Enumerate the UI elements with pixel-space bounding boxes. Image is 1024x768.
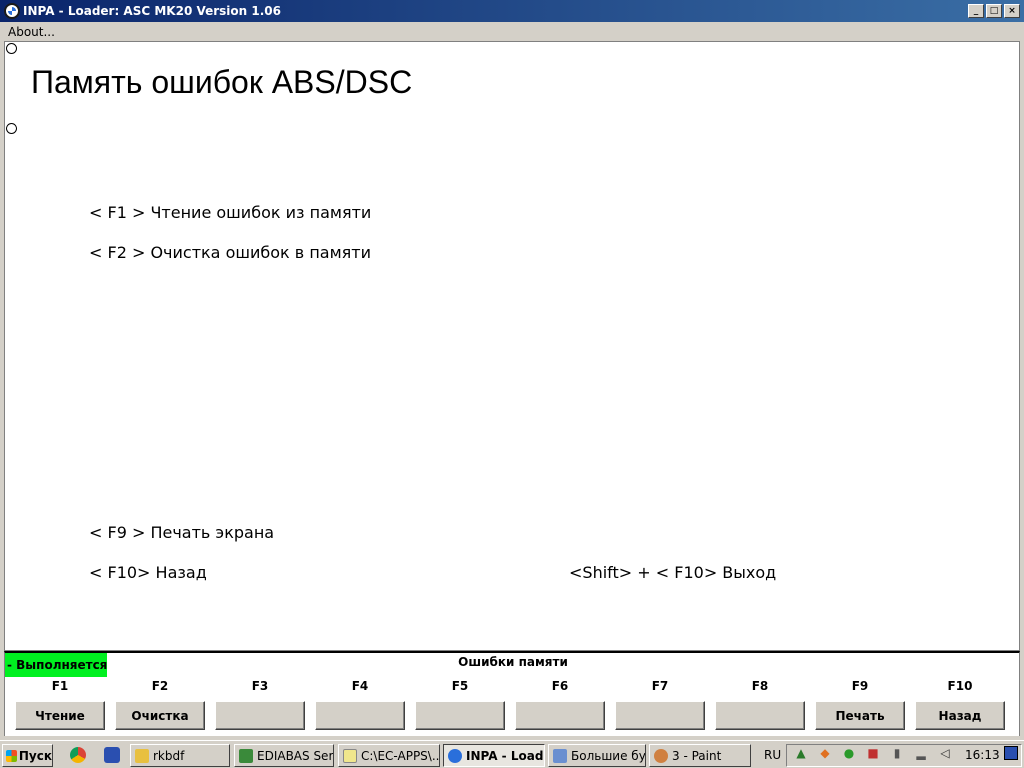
- menu-line-f1: < F1 > Чтение ошибок из памяти: [89, 203, 372, 222]
- show-desktop-icon[interactable]: [1004, 746, 1018, 760]
- menu-line-f10: < F10> Назад: [89, 563, 207, 582]
- task-notepad[interactable]: C:\EC-APPS\...: [338, 744, 440, 767]
- task-ediabas[interactable]: EDIABAS Ser...: [234, 744, 334, 767]
- fkey-label-f10: F10: [947, 679, 973, 693]
- start-button[interactable]: Пуск: [2, 744, 53, 767]
- radio-button[interactable]: [6, 123, 17, 134]
- notepad-icon: [343, 748, 357, 763]
- ediabas-icon: [239, 748, 253, 763]
- fkey-label-f3: F3: [251, 679, 269, 693]
- f5-button[interactable]: [415, 701, 505, 730]
- task-label: C:\EC-APPS\...: [361, 748, 440, 763]
- task-document[interactable]: Большие бу...: [548, 744, 646, 767]
- f8-button[interactable]: [715, 701, 805, 730]
- f10-back-button[interactable]: Назад: [915, 701, 1005, 730]
- main-content: Память ошибок ABS/DSC < F1 > Чтение ошиб…: [4, 41, 1020, 651]
- menu-about[interactable]: About...: [0, 25, 63, 39]
- radio-button[interactable]: [6, 43, 17, 54]
- task-label: INPA - Load...: [466, 748, 544, 763]
- clock[interactable]: 16:13: [965, 748, 1000, 762]
- signal-icon[interactable]: ▂: [914, 746, 928, 760]
- network-tray-icon[interactable]: ▲: [794, 746, 808, 760]
- document-icon: [553, 748, 567, 763]
- fkey-label-f7: F7: [651, 679, 669, 693]
- antivirus-tray-icon[interactable]: ◆: [818, 746, 832, 760]
- f3-button[interactable]: [215, 701, 305, 730]
- panel-title: Ошибки памяти: [458, 655, 568, 669]
- battery-icon[interactable]: ▮: [890, 746, 904, 760]
- task-folder[interactable]: rkbdf: [130, 744, 230, 767]
- save-icon[interactable]: [104, 747, 120, 763]
- minimize-button[interactable]: _: [968, 4, 984, 18]
- fkey-label-f5: F5: [451, 679, 469, 693]
- taskbar: Пуск rkbdf EDIABAS Ser... C:\EC-APPS\...…: [0, 740, 1024, 768]
- windows-logo-icon: [6, 749, 17, 762]
- f6-button[interactable]: [515, 701, 605, 730]
- security-tray-icon[interactable]: ●: [842, 746, 856, 760]
- task-inpa[interactable]: INPA - Load...: [443, 744, 545, 767]
- menu-line-f9: < F9 > Печать экрана: [89, 523, 275, 542]
- page-title: Память ошибок ABS/DSC: [31, 64, 413, 100]
- menu-line-f2: < F2 > Очистка ошибок в памяти: [89, 243, 371, 262]
- safely-remove-tray-icon[interactable]: ■: [866, 746, 880, 760]
- window-title: INPA - Loader: ASC MK20 Version 1.06: [23, 4, 281, 18]
- fkey-label-f8: F8: [751, 679, 769, 693]
- f9-print-button[interactable]: Печать: [815, 701, 905, 730]
- f2-clear-button[interactable]: Очистка: [115, 701, 205, 730]
- status-badge: - Выполняется: [5, 653, 107, 677]
- fkey-label-f1: F1: [51, 679, 69, 693]
- fkey-label-f9: F9: [851, 679, 869, 693]
- chrome-icon[interactable]: [70, 747, 86, 763]
- fkey-label-f2: F2: [151, 679, 169, 693]
- maximize-button[interactable]: □: [986, 4, 1002, 18]
- start-label: Пуск: [18, 748, 52, 763]
- task-label: EDIABAS Ser...: [257, 748, 333, 763]
- volume-icon[interactable]: ◁: [938, 746, 952, 760]
- f1-read-button[interactable]: Чтение: [15, 701, 105, 730]
- paint-icon: [654, 748, 668, 763]
- folder-icon: [135, 748, 149, 763]
- close-button[interactable]: ×: [1004, 4, 1020, 18]
- menu-bar: About...: [0, 22, 1024, 41]
- fkey-label-f6: F6: [551, 679, 569, 693]
- language-indicator[interactable]: RU: [764, 748, 781, 762]
- function-key-panel: Ошибки памяти - Выполняется F1 F2 F3 F4 …: [4, 651, 1020, 736]
- f4-button[interactable]: [315, 701, 405, 730]
- task-paint[interactable]: 3 - Paint: [649, 744, 751, 767]
- task-label: rkbdf: [153, 748, 185, 763]
- f7-button[interactable]: [615, 701, 705, 730]
- fkey-label-f4: F4: [351, 679, 369, 693]
- bmw-logo-icon: [4, 3, 20, 19]
- menu-line-shift-f10: <Shift> + < F10> Выход: [569, 563, 777, 582]
- task-label: Большие бу...: [571, 748, 646, 763]
- title-bar[interactable]: INPA - Loader: ASC MK20 Version 1.06 _ □…: [0, 0, 1024, 22]
- bmw-icon: [448, 748, 462, 763]
- task-label: 3 - Paint: [672, 748, 722, 763]
